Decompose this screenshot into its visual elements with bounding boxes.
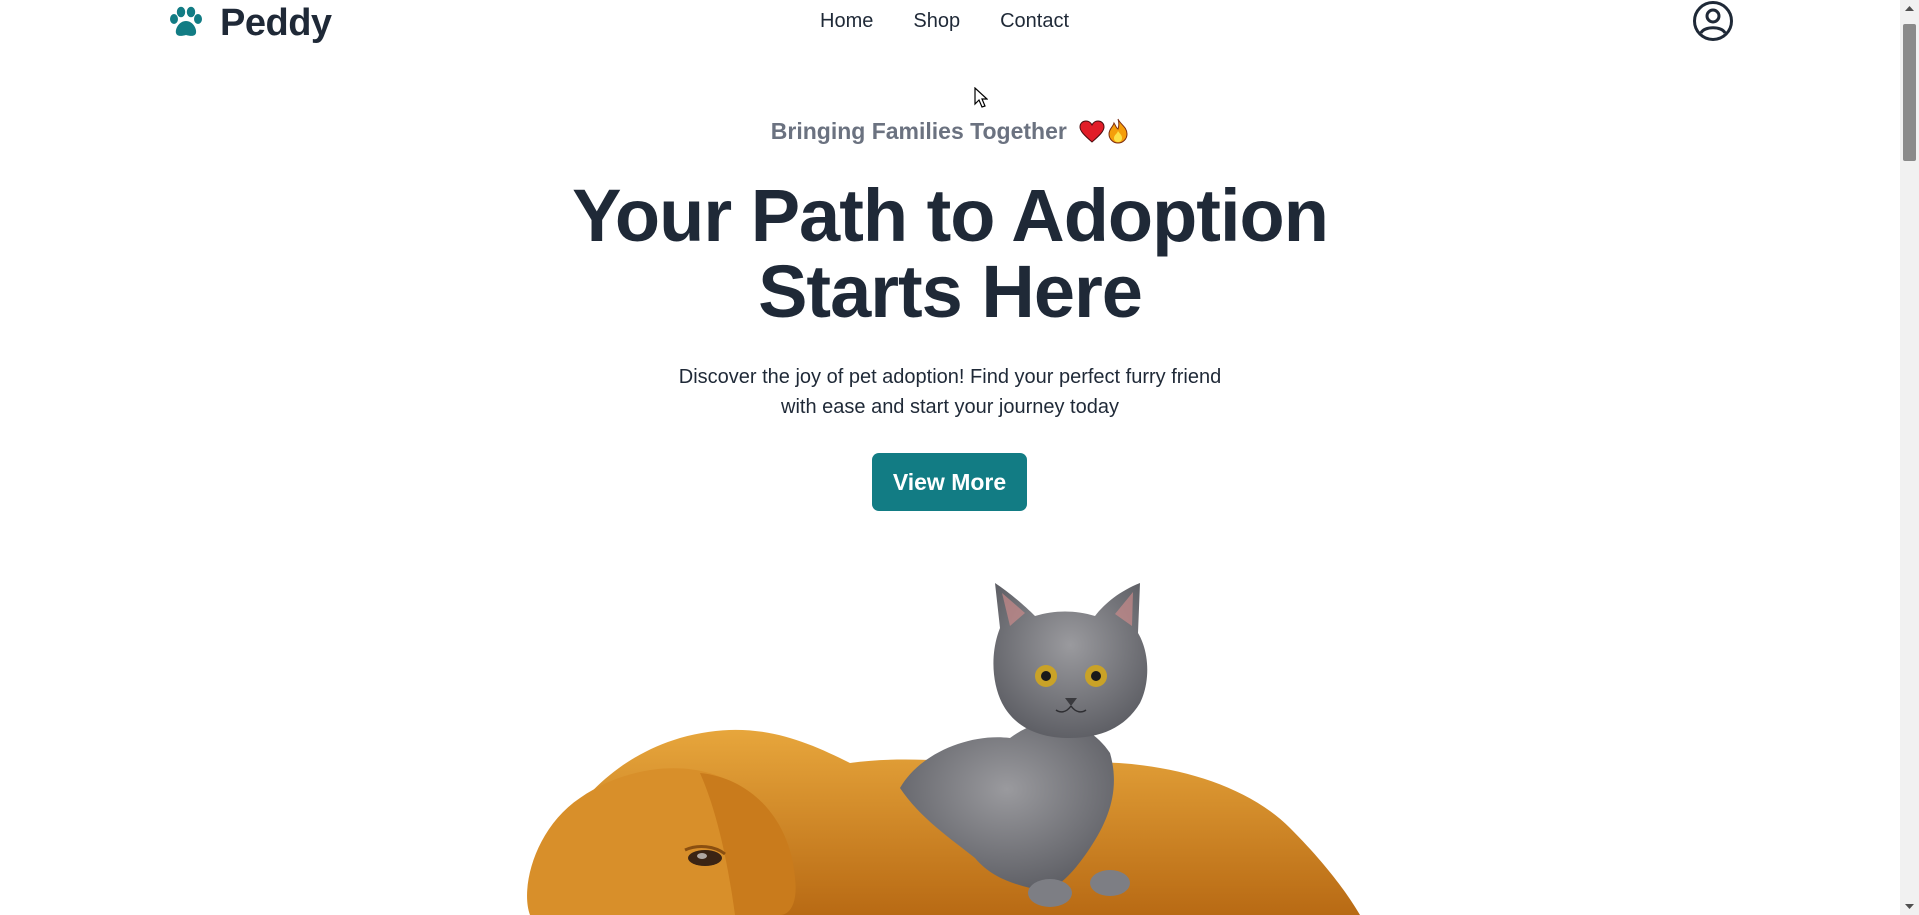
scrollbar-thumb[interactable] — [1903, 24, 1916, 161]
scroll-up-arrow-icon[interactable] — [1900, 0, 1919, 17]
user-circle-icon[interactable] — [1692, 0, 1734, 42]
hero-tagline: Bringing Families Together — [0, 118, 1900, 145]
hero-description-line2: with ease and start your journey today — [781, 396, 1119, 418]
hero-pet-image — [527, 583, 1360, 915]
mouse-cursor-icon — [974, 87, 988, 108]
hero-title-line1: Your Path to Adoption — [572, 174, 1329, 257]
main-nav: Home Shop Contact — [820, 10, 1069, 33]
site-header: Peddy Home Shop Contact — [0, 0, 1900, 48]
brand-logo-link[interactable]: Peddy — [166, 2, 332, 45]
fire-icon — [1108, 118, 1128, 144]
landing-page: Peddy Home Shop Contact Bringing Familie… — [0, 0, 1900, 915]
tagline-text: Bringing Families Together — [770, 118, 1067, 144]
hero-title: Your Path to Adoption Starts Here — [0, 178, 1900, 330]
nav-shop[interactable]: Shop — [913, 10, 960, 33]
nav-contact[interactable]: Contact — [1000, 10, 1069, 33]
paw-icon — [170, 6, 202, 36]
hero-title-line2: Starts Here — [758, 250, 1143, 333]
nav-home[interactable]: Home — [820, 10, 873, 33]
hero-description-line1: Discover the joy of pet adoption! Find y… — [678, 366, 1222, 388]
page-scrollbar[interactable] — [1900, 0, 1919, 915]
view-more-button[interactable]: View More — [872, 453, 1027, 511]
brand-name: Peddy — [220, 2, 332, 44]
heart-icon — [1079, 120, 1105, 143]
hero-description: Discover the joy of pet adoption! Find y… — [0, 362, 1900, 422]
scroll-down-arrow-icon[interactable] — [1900, 898, 1919, 915]
